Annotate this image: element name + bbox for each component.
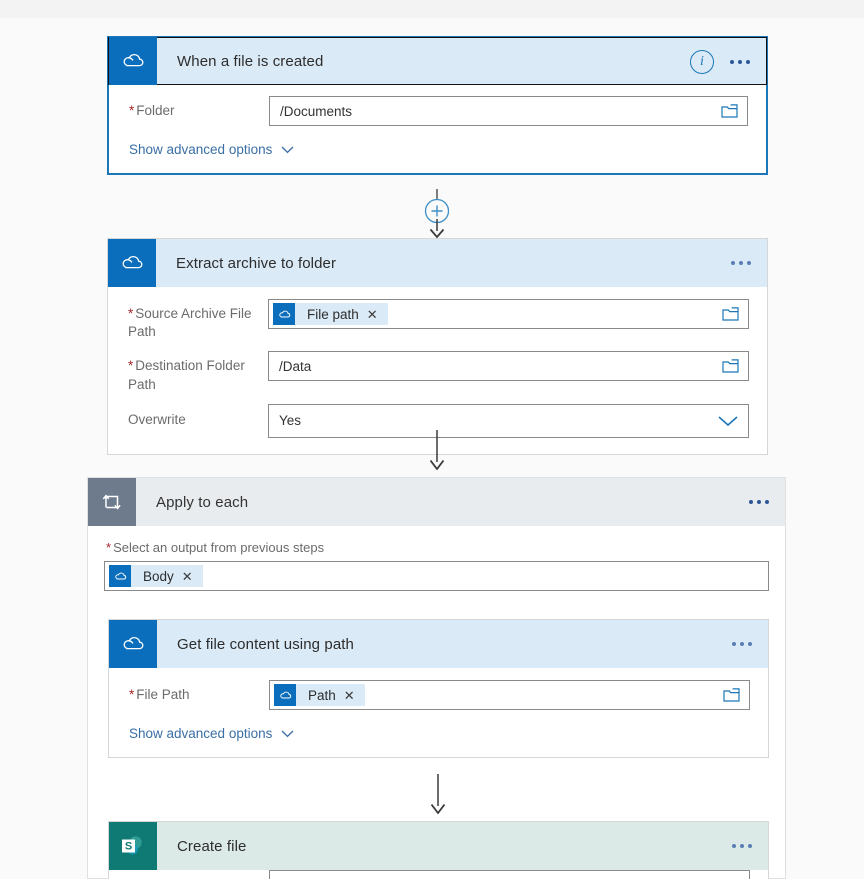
field-row-source-archive-file-path: * Source Archive File Path File path ✕ (128, 299, 749, 341)
more-commands-icon[interactable] (730, 60, 750, 64)
onedrive-cloud-icon (274, 684, 296, 706)
advanced-link-label: Show advanced options (129, 726, 273, 741)
remove-token-icon[interactable]: ✕ (367, 308, 388, 321)
field-label-source-archive-file-path: * Source Archive File Path (128, 306, 252, 340)
field-row-file-path: * File Path Path ✕ (129, 680, 750, 710)
onedrive-cloud-icon (109, 565, 131, 587)
token-chip-path[interactable]: Path ✕ (274, 684, 365, 706)
required-asterisk: * (128, 358, 134, 374)
card-body-create-file (109, 870, 768, 879)
overwrite-value: Yes (279, 413, 302, 429)
flow-designer-canvas: When a file is created i * Folder /Docume… (0, 0, 864, 879)
token-label: File path (307, 306, 359, 322)
card-title-trigger: When a file is created (177, 52, 324, 70)
flow-step-card-get-file-content[interactable]: Get file content using path *File Path (108, 619, 769, 758)
source-archive-file-path-input[interactable]: File path ✕ (268, 299, 749, 329)
show-advanced-options-link-get-file-content[interactable]: Show advanced options (129, 726, 294, 741)
field-label-destination-folder-path: * Destination Folder Path (128, 358, 245, 392)
required-asterisk: * (106, 540, 112, 555)
card-header-actions-apply-to-each (749, 500, 785, 504)
connector-arrow-3 (425, 774, 451, 819)
card-title-create-file: Create file (177, 837, 247, 855)
loop-output-input[interactable]: Body ✕ (104, 561, 769, 591)
card-title-extract: Extract archive to folder (176, 254, 337, 272)
flow-step-card-extract[interactable]: Extract archive to folder * Source Archiv… (107, 238, 768, 455)
field-row-destination-folder-path: * Destination Folder Path /Data (128, 351, 749, 393)
field-label-overwrite: Overwrite (128, 411, 186, 427)
card-header-trigger[interactable]: When a file is created (108, 37, 767, 85)
svg-text:S: S (125, 841, 132, 853)
card-title-get-file-content: Get file content using path (177, 635, 354, 653)
card-header-create-file[interactable]: S Create file (109, 822, 768, 870)
card-header-actions-create-file (732, 844, 768, 848)
more-commands-icon[interactable] (732, 844, 752, 848)
remove-token-icon[interactable]: ✕ (182, 570, 203, 583)
card-body-extract: * Source Archive File Path File path ✕ *… (108, 287, 767, 454)
card-header-apply-to-each[interactable]: Apply to each (88, 478, 785, 526)
create-file-first-input[interactable] (269, 870, 750, 879)
card-body-get-file-content: * File Path Path ✕ Show advanced options (109, 668, 768, 757)
onedrive-cloud-icon (109, 620, 157, 668)
file-path-input[interactable]: Path ✕ (269, 680, 750, 710)
onedrive-cloud-icon (109, 37, 157, 85)
folder-picker-icon[interactable] (723, 688, 740, 703)
card-header-get-file-content[interactable]: Get file content using path (109, 620, 768, 668)
onedrive-cloud-icon (108, 239, 156, 287)
flow-loop-container-apply-to-each[interactable]: Apply to each * Select an output from pre… (87, 477, 786, 879)
token-chip-body[interactable]: Body ✕ (109, 565, 203, 587)
more-commands-icon[interactable] (749, 500, 769, 504)
card-header-actions-trigger: i (690, 38, 766, 86)
onedrive-cloud-icon (273, 303, 295, 325)
loop-repeat-icon (88, 478, 136, 526)
connector-arrow-2 (424, 430, 450, 475)
overwrite-dropdown[interactable]: Yes (268, 403, 749, 438)
loop-field-label: * Select an output from previous steps (106, 540, 325, 555)
field-label-folder: * Folder (129, 103, 175, 118)
folder-picker-icon[interactable] (722, 307, 739, 322)
show-advanced-options-link-trigger[interactable]: Show advanced options (129, 142, 294, 157)
flow-step-card-create-file[interactable]: S Create file (108, 821, 769, 879)
flow-step-card-trigger[interactable]: When a file is created i * Folder /Docume… (107, 36, 768, 175)
card-header-extract[interactable]: Extract archive to folder (108, 239, 767, 287)
token-label: Path (308, 687, 336, 703)
advanced-link-label: Show advanced options (129, 142, 273, 157)
more-commands-icon[interactable] (731, 261, 751, 265)
field-row-folder: * Folder /Documents (129, 96, 748, 126)
chevron-down-icon (281, 146, 294, 153)
sharepoint-icon: S (109, 822, 157, 870)
required-asterisk: * (128, 306, 134, 321)
required-asterisk: * (129, 687, 135, 702)
info-icon[interactable]: i (690, 50, 714, 74)
chevron-down-icon[interactable] (717, 415, 739, 427)
folder-input-value: /Documents (280, 103, 353, 119)
token-chip-file-path[interactable]: File path ✕ (273, 303, 388, 325)
folder-picker-icon[interactable] (721, 104, 738, 119)
required-asterisk: * (129, 103, 135, 118)
card-body-trigger: * Folder /Documents Show advanced options (109, 84, 766, 173)
remove-token-icon[interactable]: ✕ (344, 689, 365, 702)
destination-folder-path-value: /Data (279, 358, 312, 374)
card-header-actions-get-file-content (732, 642, 768, 646)
card-title-apply-to-each: Apply to each (156, 493, 249, 511)
folder-picker-icon[interactable] (722, 359, 739, 374)
token-label: Body (143, 568, 174, 584)
folder-input[interactable]: /Documents (269, 96, 748, 126)
more-commands-icon[interactable] (732, 642, 752, 646)
field-label-file-path: * File Path (129, 687, 190, 702)
destination-folder-path-input[interactable]: /Data (268, 351, 749, 382)
card-header-actions-extract (731, 261, 767, 265)
chevron-down-icon (281, 730, 294, 737)
canvas-top-strip (0, 0, 864, 18)
